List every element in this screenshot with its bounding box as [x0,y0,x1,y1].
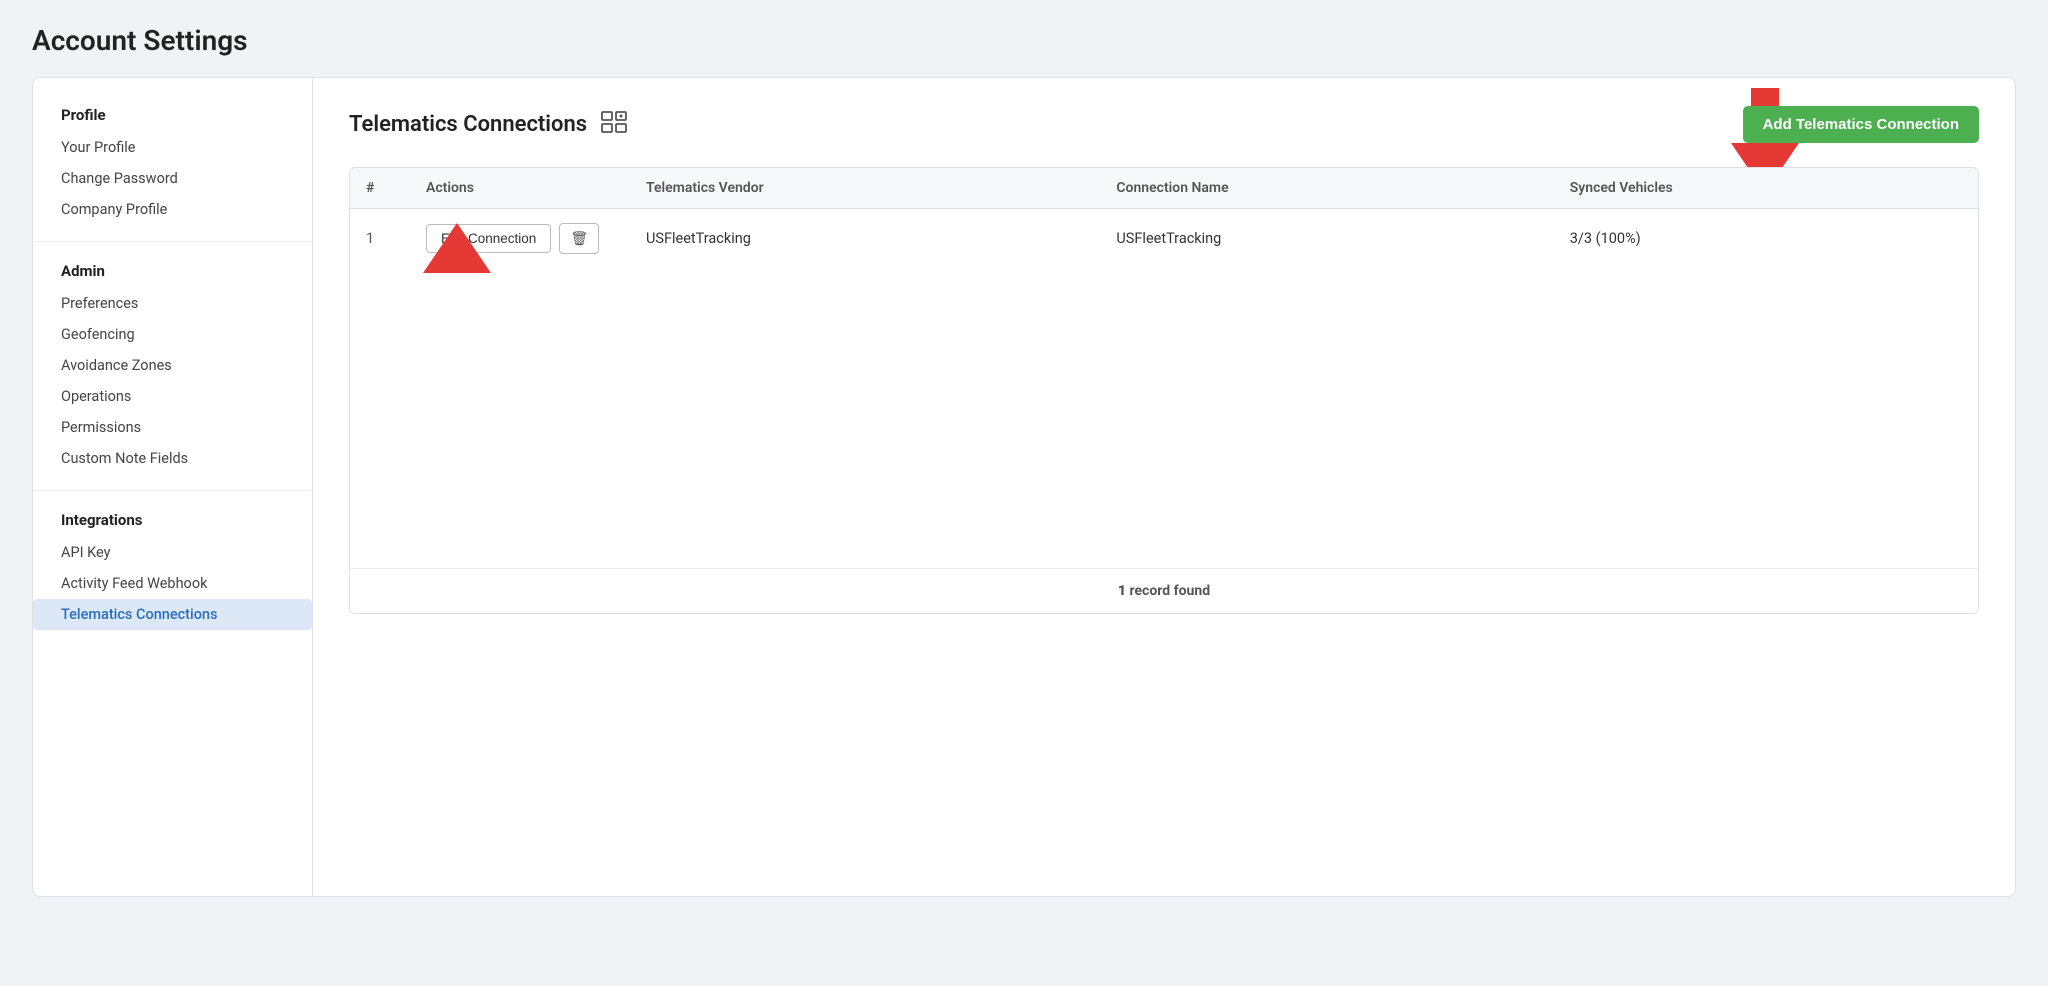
sidebar-divider-1 [33,241,312,242]
sidebar-item-api-key[interactable]: API Key [33,537,312,568]
table-section: # Actions Telematics Vendor Connection N… [349,167,1979,614]
sidebar-section-profile: Profile [33,102,312,132]
row-vendor: USFleetTracking [630,209,1100,269]
sidebar-item-custom-note-fields[interactable]: Custom Note Fields [33,443,312,474]
sidebar-item-permissions[interactable]: Permissions [33,412,312,443]
row-num: 1 [350,209,410,269]
table-header-row: # Actions Telematics Vendor Connection N… [350,168,1978,209]
sidebar-item-company-profile[interactable]: Company Profile [33,194,312,225]
table-row: 1 Edit Connection 🗑 USFleetTracking [350,209,1978,269]
record-count: 1 record found [1118,583,1210,599]
content-header: Telematics Connections [349,106,1979,143]
sidebar-item-geofencing[interactable]: Geofencing [33,319,312,350]
col-header-synced-vehicles: Synced Vehicles [1554,168,1978,209]
arrow-up-head [423,223,491,273]
sidebar-item-preferences[interactable]: Preferences [33,288,312,319]
main-card: Profile Your Profile Change Password Com… [32,77,2016,897]
add-telematics-connection-button[interactable]: Add Telematics Connection [1743,106,1979,143]
sidebar-item-activity-feed-webhook[interactable]: Activity Feed Webhook [33,568,312,599]
connections-table: # Actions Telematics Vendor Connection N… [350,168,1978,268]
col-header-num: # [350,168,410,209]
table-empty-space [350,268,1978,568]
content-area: Telematics Connections [313,78,2015,896]
trash-icon: 🗑 [570,230,588,246]
connections-table-wrapper: # Actions Telematics Vendor Connection N… [349,167,1979,614]
sidebar-divider-2 [33,490,312,491]
content-title-row: Telematics Connections [349,111,627,138]
content-title: Telematics Connections [349,112,587,137]
sidebar-item-avoidance-zones[interactable]: Avoidance Zones [33,350,312,381]
sidebar-section-admin: Admin [33,258,312,288]
sidebar-item-telematics-connections[interactable]: Telematics Connections [33,599,312,630]
sidebar-item-operations[interactable]: Operations [33,381,312,412]
row-connection-name: USFleetTracking [1100,209,1553,269]
col-header-actions: Actions [410,168,630,209]
row-synced-vehicles: 3/3 (100%) [1554,209,1978,269]
sidebar: Profile Your Profile Change Password Com… [33,78,313,896]
sidebar-item-change-password[interactable]: Change Password [33,163,312,194]
col-header-connection-name: Connection Name [1100,168,1553,209]
page-title: Account Settings [32,24,2016,57]
telematics-icon [601,111,627,138]
sidebar-section-integrations: Integrations [33,507,312,537]
sidebar-inner: Profile Your Profile Change Password Com… [33,102,312,630]
sidebar-item-your-profile[interactable]: Your Profile [33,132,312,163]
table-footer: 1 record found [350,568,1978,613]
add-button-wrapper: Add Telematics Connection [1743,106,1979,143]
col-header-vendor: Telematics Vendor [630,168,1100,209]
delete-connection-button[interactable]: 🗑 [559,223,599,254]
